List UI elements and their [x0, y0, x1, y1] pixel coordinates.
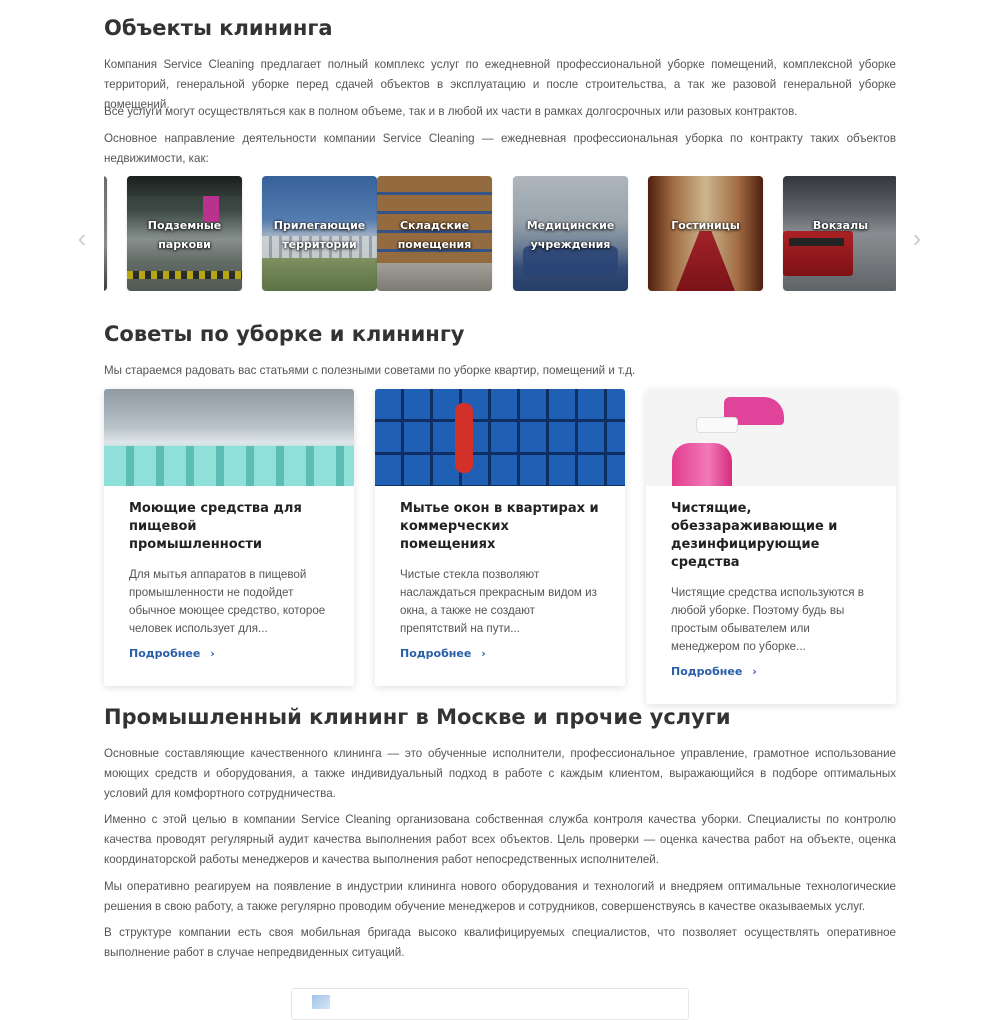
objects-title: Объекты клининга	[104, 16, 333, 40]
widget-icon	[312, 995, 330, 1009]
carousel-tile-territory[interactable]: Прилегающие территории	[262, 176, 377, 291]
article-card[interactable]: Чистящие, обеззараживающие и дезинфициру…	[646, 389, 896, 704]
carousel-tile-hotel[interactable]: Гостиницы	[648, 176, 763, 291]
read-more-link[interactable]: Подробнее ›	[129, 647, 215, 660]
carousel-label: Медицинские учреждения	[526, 219, 615, 251]
read-more-label: Подробнее	[400, 647, 472, 660]
article-title[interactable]: Чистящие, обеззараживающие и дезинфициру…	[671, 500, 871, 572]
carousel-tile-partial[interactable]	[104, 176, 107, 291]
detergent-bottles-photo	[104, 389, 354, 486]
read-more-label: Подробнее	[671, 665, 743, 678]
industrial-paragraph-2: Именно с этой целью в компании Service C…	[104, 813, 896, 866]
industrial-paragraph-1: Основные составляющие качественного клин…	[104, 747, 896, 800]
carousel-tile-hospital[interactable]: Медицинские учреждения	[513, 176, 628, 291]
carousel-label: Гостиницы	[671, 219, 740, 232]
read-more-label: Подробнее	[129, 647, 201, 660]
industrial-title: Промышленный клининг в Москве и прочие у…	[104, 705, 731, 729]
carousel-tile-station[interactable]: Вокзалы	[783, 176, 896, 291]
chevron-right-icon: ›	[481, 647, 486, 660]
carousel-label: Подземные паркови	[147, 219, 222, 251]
carousel-next-arrow[interactable]: ›	[906, 224, 928, 252]
read-more-link[interactable]: Подробнее ›	[671, 665, 757, 678]
tips-intro: Мы стараемся радовать вас статьями с пол…	[104, 364, 636, 377]
carousel-tile-warehouse[interactable]: Складские помещения	[377, 176, 492, 291]
industrial-paragraph-3: Мы оперативно реагируем на появление в и…	[104, 880, 896, 913]
spray-bottle-photo	[646, 389, 896, 486]
carousel-label: Прилегающие территории	[273, 219, 366, 251]
article-excerpt: Чистые стекла позволяют наслаждаться пре…	[400, 568, 597, 635]
article-title[interactable]: Мытье окон в квартирах и коммерческих по…	[400, 500, 600, 554]
objects-carousel: Подземные паркови Прилегающие территории…	[104, 176, 896, 291]
article-excerpt: Для мытья аппаратов в пищевой промышленн…	[129, 568, 326, 635]
carousel-prev-arrow[interactable]: ‹	[71, 224, 93, 252]
read-more-link[interactable]: Подробнее ›	[400, 647, 486, 660]
chevron-right-icon: ›	[752, 665, 757, 678]
carousel-tile-parking[interactable]: Подземные паркови	[127, 176, 242, 291]
article-card[interactable]: Мытье окон в квартирах и коммерческих по…	[375, 389, 625, 686]
carousel-label: Складские помещения	[397, 219, 472, 251]
objects-paragraph-2: Все услуги могут осуществляться как в по…	[104, 105, 798, 118]
article-card[interactable]: Моющие средства для пищевой промышленнос…	[104, 389, 354, 686]
article-title[interactable]: Моющие средства для пищевой промышленнос…	[129, 500, 329, 554]
tips-title: Советы по уборке и клинингу	[104, 322, 465, 346]
chevron-right-icon: ›	[210, 647, 215, 660]
window-washer-photo	[375, 389, 625, 486]
industrial-paragraph-4: В структуре компании есть своя мобильная…	[104, 926, 896, 959]
carousel-label: Вокзалы	[812, 219, 869, 232]
bottom-widget	[291, 988, 689, 1020]
objects-paragraph-3: Основное направление деятельности компан…	[104, 132, 896, 165]
article-excerpt: Чистящие средства используются в любой у…	[671, 586, 864, 653]
